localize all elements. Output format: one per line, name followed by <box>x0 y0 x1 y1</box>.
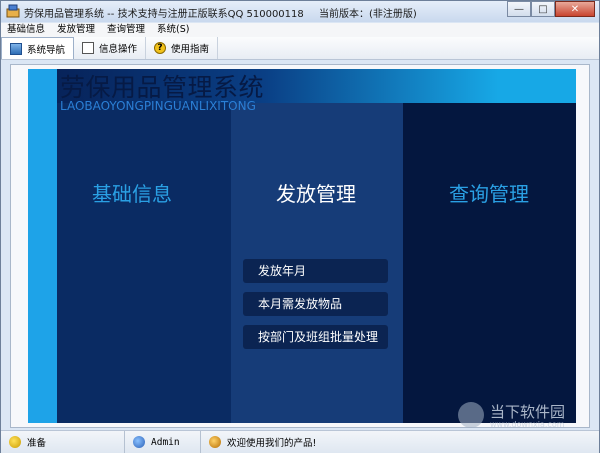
ready-icon <box>9 436 21 448</box>
user-icon <box>133 436 145 448</box>
main-panel: 劳保用品管理系统 LAOBAOYONGPINGUANLIXITONG 基础信息 … <box>10 64 590 428</box>
window-title: 劳保用品管理系统 -- 技术支持与注册正版联系QQ 510000118 当前版本… <box>24 5 417 20</box>
minimize-button[interactable]: — <box>507 1 531 17</box>
brand-subtitle: LAOBAOYONGPINGUANLIXITONG <box>60 99 256 113</box>
nav-distribution[interactable]: 发放管理 <box>276 178 356 207</box>
menu-system[interactable]: 系统(S) <box>151 23 195 37</box>
app-window: 劳保用品管理系统 -- 技术支持与注册正版联系QQ 510000118 当前版本… <box>0 0 600 453</box>
status-state: 准备 <box>1 431 125 453</box>
navigation-stage: 劳保用品管理系统 LAOBAOYONGPINGUANLIXITONG 基础信息 … <box>28 69 576 423</box>
submenu-monthly-items[interactable]: 本月需发放物品 <box>243 292 388 316</box>
status-message-text: 欢迎使用我们的产品! <box>227 438 317 449</box>
tab-info-ops[interactable]: 信息操作 <box>74 37 147 59</box>
version-text: 当前版本：(非注册版) <box>318 9 417 20</box>
submenu-batch-process[interactable]: 按部门及班组批量处理 <box>243 325 388 349</box>
status-message: 欢迎使用我们的产品! <box>201 431 599 453</box>
decorative-strip <box>28 69 57 423</box>
column-basic-info <box>57 103 231 423</box>
document-icon <box>82 42 95 54</box>
tab-system-nav[interactable]: 系统导航 <box>1 37 75 59</box>
title-bar: 劳保用品管理系统 -- 技术支持与注册正版联系QQ 510000118 当前版本… <box>1 1 599 22</box>
window-controls: — □ ✕ <box>507 1 595 17</box>
status-user-text: Admin <box>151 436 180 448</box>
nav-icon <box>10 42 22 55</box>
status-bar: 准备 Admin 欢迎使用我们的产品! <box>1 430 599 453</box>
maximize-button[interactable]: □ <box>531 1 555 17</box>
watermark-logo-icon <box>458 402 484 428</box>
close-button[interactable]: ✕ <box>555 1 595 17</box>
tab-user-guide-label: 使用指南 <box>171 44 210 55</box>
watermark-url: www.downxia.com <box>490 420 565 429</box>
watermark: 当下软件园 www.downxia.com <box>458 399 588 433</box>
app-logo-icon <box>6 4 20 18</box>
column-query <box>403 103 576 423</box>
people-icon <box>209 436 221 448</box>
menu-basic-info[interactable]: 基础信息 <box>1 23 51 37</box>
submenu-issue-month[interactable]: 发放年月 <box>243 259 388 283</box>
window-title-text: 劳保用品管理系统 -- 技术支持与注册正版联系QQ 510000118 <box>24 9 304 20</box>
toolbar: 系统导航 信息操作 ? 使用指南 <box>1 37 599 60</box>
menu-query[interactable]: 查询管理 <box>101 23 151 37</box>
status-user: Admin <box>125 431 201 453</box>
nav-query[interactable]: 查询管理 <box>449 178 529 207</box>
tab-user-guide[interactable]: ? 使用指南 <box>146 37 219 59</box>
menu-distribution[interactable]: 发放管理 <box>51 23 101 37</box>
tab-system-nav-label: 系统导航 <box>27 44 66 56</box>
status-state-text: 准备 <box>27 438 47 449</box>
tab-info-ops-label: 信息操作 <box>99 44 138 55</box>
watermark-name: 当下软件园 <box>490 403 566 421</box>
menu-bar: 基础信息 发放管理 查询管理 系统(S) <box>1 23 599 37</box>
nav-basic-info[interactable]: 基础信息 <box>92 178 172 207</box>
help-icon: ? <box>154 42 167 54</box>
